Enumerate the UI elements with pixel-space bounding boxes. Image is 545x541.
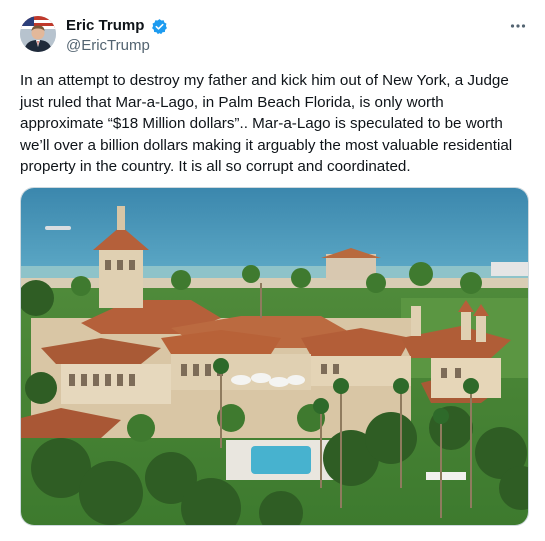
- tweet-photo[interactable]: [20, 187, 529, 526]
- tweet-header: Eric Trump @EricTrump: [20, 14, 530, 58]
- user-avatar[interactable]: [20, 16, 56, 52]
- author-names: Eric Trump @EricTrump: [66, 16, 168, 56]
- display-name[interactable]: Eric Trump: [66, 16, 144, 36]
- user-handle[interactable]: @EricTrump: [66, 36, 168, 56]
- more-options-icon[interactable]: [506, 14, 530, 38]
- verified-badge-icon: [151, 18, 168, 35]
- tweet-card: Eric Trump @EricTrump In an attempt to d…: [0, 0, 545, 541]
- mar-a-lago-aerial-photo: [21, 188, 528, 525]
- tweet-text: In an attempt to destroy my father and k…: [20, 72, 513, 175]
- avatar-image: [20, 16, 56, 52]
